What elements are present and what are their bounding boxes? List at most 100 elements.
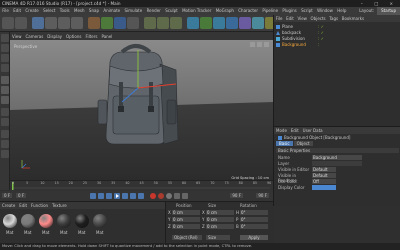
cube-icon[interactable] [187, 17, 199, 29]
menu-mograph[interactable]: MoGraph [214, 7, 237, 15]
om-menu-objects[interactable]: Objects [309, 16, 328, 21]
position-z-field[interactable]: 0 cm [172, 224, 200, 229]
am-menu-user-data[interactable]: User Data [301, 128, 325, 133]
undo-icon[interactable] [2, 17, 14, 29]
play-icon[interactable] [114, 193, 120, 199]
material-swatch[interactable] [75, 214, 89, 228]
menu-simulate[interactable]: Simulate [122, 7, 144, 15]
viewport-menu-display[interactable]: Display [45, 34, 64, 39]
viewport-menu-cameras[interactable]: Cameras [24, 34, 46, 39]
position-key-icon[interactable] [174, 193, 180, 199]
object-row-selected[interactable]: Background : [276, 42, 396, 48]
render-settings-icon[interactable] [170, 17, 182, 29]
snapping-icon[interactable] [1, 130, 9, 138]
menu-sculpt[interactable]: Sculpt [163, 7, 180, 15]
menu-mesh[interactable]: Mesh [72, 7, 87, 15]
scale-icon[interactable] [58, 17, 70, 29]
render-view-icon[interactable] [144, 17, 156, 29]
material-swatch[interactable] [39, 214, 53, 228]
om-menu-file[interactable]: File [274, 16, 284, 21]
x-axis-icon[interactable] [88, 17, 100, 29]
points-mode-icon[interactable] [1, 76, 9, 84]
menu-tools[interactable]: Tools [58, 7, 72, 15]
om-menu-bookmarks[interactable]: Bookmarks [340, 16, 366, 21]
material-swatch[interactable] [3, 214, 17, 228]
go-to-start-icon[interactable] [90, 193, 96, 199]
locked-workplane-icon[interactable] [1, 150, 9, 158]
menu-edit[interactable]: Edit [11, 7, 23, 15]
om-menu-edit[interactable]: Edit [284, 16, 295, 21]
am-menu-edit[interactable]: Edit [289, 128, 301, 133]
timeline-ruler[interactable]: 0 5 10 15 20 25 30 35 40 45 50 55 60 65 70 75 80 85 90 [10, 180, 273, 191]
viewport-menu-view[interactable]: View [10, 34, 24, 39]
rotation-h-field[interactable]: 0° [240, 210, 268, 215]
rotation-b-field[interactable]: 0° [240, 224, 268, 229]
z-axis-icon[interactable] [114, 17, 126, 29]
rotate-icon[interactable] [71, 17, 83, 29]
tab-basic[interactable]: Basic [276, 141, 293, 146]
layer-field[interactable] [312, 161, 362, 166]
viewport-menu-options[interactable]: Options [64, 34, 83, 39]
viewport-canvas[interactable]: Perspective [10, 40, 273, 180]
menu-snap[interactable]: Snap [87, 7, 101, 15]
render-picture-viewer-icon[interactable] [157, 17, 169, 29]
om-menu-view[interactable]: View [296, 16, 309, 21]
name-field[interactable]: Background [312, 155, 362, 160]
workplane-mode-icon[interactable] [1, 64, 9, 72]
pen-icon[interactable] [200, 17, 212, 29]
next-frame-icon[interactable] [122, 193, 128, 199]
keyframe-selection-icon[interactable] [166, 193, 172, 199]
autokey-icon[interactable] [158, 193, 164, 199]
current-frame-field[interactable]: 0 F [2, 193, 13, 198]
coordinate-mode-dropdown[interactable]: Object (Rel) [172, 235, 202, 240]
menu-character[interactable]: Character [236, 7, 260, 15]
mat-menu-edit[interactable]: Edit [17, 203, 29, 208]
scale-key-icon[interactable] [182, 193, 188, 199]
tweak-mode-icon[interactable] [1, 118, 9, 126]
viewport-nav-icons[interactable] [250, 42, 269, 47]
position-x-field[interactable]: 0 cm [172, 210, 200, 215]
visibility-flags[interactable]: : [318, 42, 319, 48]
layout-dropdown[interactable]: Startup [377, 7, 400, 15]
mat-menu-function[interactable]: Function [29, 203, 50, 208]
previous-key-icon[interactable] [98, 193, 104, 199]
visible-renderer-dropdown[interactable]: Default [312, 173, 336, 178]
make-editable-icon[interactable] [1, 34, 9, 42]
model-mode-icon[interactable] [1, 44, 9, 52]
size-mode-dropdown[interactable]: Size [206, 235, 230, 240]
array-icon[interactable] [226, 17, 238, 29]
perspective-viewport[interactable]: Perspective [10, 40, 273, 180]
max-frame-field[interactable]: 90 F [230, 193, 243, 198]
workplane-icon[interactable] [1, 140, 9, 148]
live-selection-icon[interactable] [32, 17, 44, 29]
visible-editor-dropdown[interactable]: Default [312, 167, 336, 172]
menu-help[interactable]: Help [335, 7, 349, 15]
redo-icon[interactable] [15, 17, 27, 29]
min-frame-field[interactable]: 0 F [16, 193, 27, 198]
subdivision-icon[interactable] [213, 17, 225, 29]
end-frame-field[interactable]: 90 F [256, 193, 269, 198]
mat-menu-create[interactable]: Create [0, 203, 17, 208]
material-swatch[interactable] [93, 214, 107, 228]
next-key-icon[interactable] [130, 193, 136, 199]
mat-menu-texture[interactable]: Texture [50, 203, 69, 208]
display-color-swatch[interactable] [312, 185, 336, 190]
menu-render[interactable]: Render [144, 7, 163, 15]
viewport-menu-filters[interactable]: Filters [83, 34, 99, 39]
material-swatch[interactable] [21, 214, 35, 228]
texture-mode-icon[interactable] [1, 54, 9, 62]
tab-object[interactable]: Object [293, 141, 313, 146]
menu-window[interactable]: Window [315, 7, 335, 15]
window-controls[interactable]: – □ × [361, 0, 398, 7]
position-y-field[interactable]: 0 cm [172, 217, 200, 222]
menu-script[interactable]: Script [299, 7, 315, 15]
material-swatch[interactable] [57, 214, 71, 228]
record-icon[interactable] [150, 193, 156, 199]
menu-select[interactable]: Select [41, 7, 58, 15]
viewport-menu-panel[interactable]: Panel [99, 34, 114, 39]
apply-button[interactable]: Apply [240, 235, 268, 240]
size-x-field[interactable]: 0 cm [206, 210, 234, 215]
floor-icon[interactable] [252, 17, 264, 29]
am-menu-mode[interactable]: Mode [274, 128, 289, 133]
coordinate-system-icon[interactable] [127, 17, 139, 29]
